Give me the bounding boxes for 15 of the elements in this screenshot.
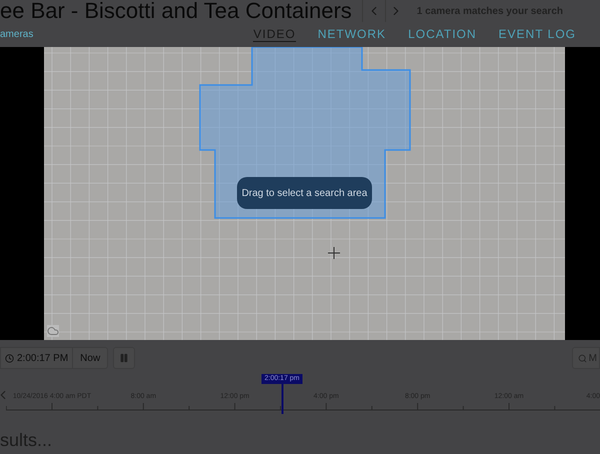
time-button[interactable]: 2:00:17 PM xyxy=(1,348,74,368)
pause-icon xyxy=(119,353,130,363)
cloud-icon xyxy=(47,325,59,337)
tab[interactable]: EVENT LOG xyxy=(498,27,576,42)
tab[interactable]: NETWORK xyxy=(318,27,386,42)
time-marker-line[interactable] xyxy=(281,384,283,414)
tooltip: Drag to select a search area xyxy=(237,177,372,209)
search-icon xyxy=(578,354,587,362)
camera-title: ee Bar - Biscotti and Tea Containers xyxy=(0,0,352,22)
cameras-link[interactable]: ameras xyxy=(0,27,34,42)
pause-button[interactable] xyxy=(113,347,136,369)
tab[interactable]: LOCATION xyxy=(408,27,477,42)
now-button[interactable]: Now xyxy=(73,348,108,368)
clock-icon xyxy=(5,354,14,362)
crosshair-icon xyxy=(328,246,340,260)
